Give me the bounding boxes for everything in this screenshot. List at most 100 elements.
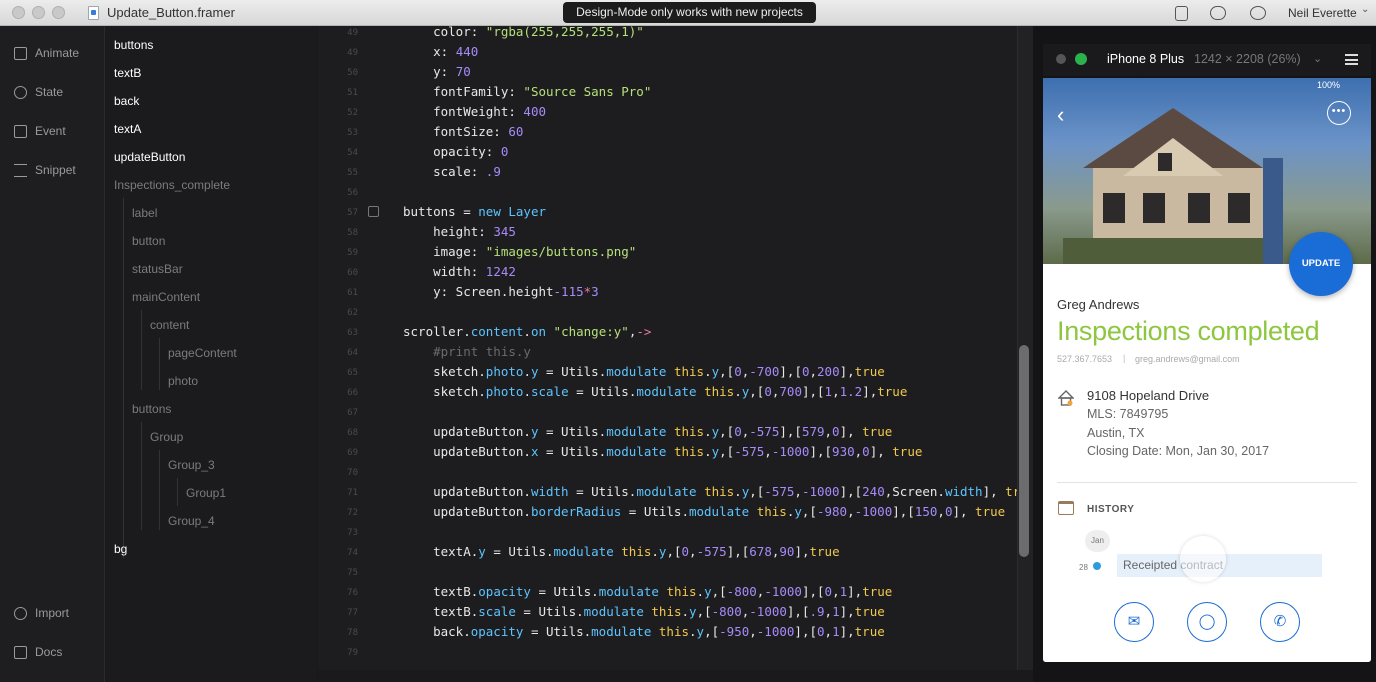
record-dot-icon[interactable] [1056,54,1066,64]
call-button[interactable]: ✆ [1260,602,1300,642]
layer-item[interactable]: statusBar [132,262,183,276]
code-line[interactable]: textB.opacity = Utils.modulate this.y,[-… [403,584,892,599]
history-heading: HISTORY [1087,504,1135,515]
live-dot-icon[interactable] [1075,53,1087,65]
layer-item[interactable]: Group [150,430,183,444]
email-button[interactable]: ✉ [1114,602,1154,642]
nav-label: Import [35,606,70,620]
code-line[interactable]: back.opacity = Utils.modulate this.y,[-9… [403,624,885,639]
cloud-icon[interactable] [1210,6,1226,20]
code-line[interactable]: fontWeight: 400 [403,104,546,119]
layer-item[interactable]: buttons [114,38,153,52]
house-illustration [1063,108,1283,264]
line-number: 62 [347,308,358,318]
phone-icon: ✆ [1273,613,1287,630]
layer-item[interactable]: content [150,318,189,332]
line-number: 55 [347,168,358,178]
code-line[interactable]: buttons = new Layer [403,204,546,219]
code-line[interactable]: image: "images/buttons.png" [403,244,636,259]
code-editor[interactable]: 49 49 50 51 52 53 54 55 56 57 58 59 60 61 62 63 64 65 66 67… [318,24,1035,682]
update-button[interactable]: UPDATE [1289,232,1353,296]
phone-screen[interactable]: 100% ‹ ••• UPDATE Greg Andrews Inspectio… [1043,78,1371,662]
code-line[interactable]: scale: .9 [403,164,501,179]
code-line[interactable]: textB.scale = Utils.modulate this.y,[-80… [403,604,885,619]
day-number: 28 [1079,563,1088,572]
editor-scrollbar-thumb[interactable] [1019,345,1029,557]
contact-phone[interactable]: 527.367.7653 [1057,354,1112,364]
back-icon[interactable]: ‹ [1057,102,1064,128]
message-button[interactable]: ◯ [1187,602,1227,642]
layer-item[interactable]: textA [114,122,141,136]
code-line[interactable]: #print this.y [403,344,531,359]
nav-state[interactable]: State [14,85,63,99]
code-line[interactable]: sketch.photo.y = Utils.modulate this.y,[… [403,364,885,379]
docs-icon [14,645,27,659]
layer-item[interactable]: updateButton [114,150,185,164]
close-window-button[interactable] [12,6,25,19]
zoom-window-button[interactable] [52,6,65,19]
comment-icon[interactable] [1250,6,1266,20]
code-line[interactable]: fontFamily: "Source Sans Pro" [403,84,651,99]
line-number: 63 [347,328,358,338]
layer-item[interactable]: Inspections_complete [114,178,230,192]
tree-line [159,450,160,530]
chevron-down-icon[interactable]: ⌄ [1361,4,1369,15]
line-number: 49 [347,48,358,58]
layer-item[interactable]: mainContent [132,290,200,304]
nav-snippet[interactable]: Snippet [14,163,76,177]
code-line[interactable]: opacity: 0 [403,144,508,159]
layer-item[interactable]: photo [168,374,198,388]
layer-item[interactable]: textB [114,66,141,80]
nav-label: Docs [35,645,63,659]
code-line[interactable]: color: "rgba(255,255,255,1)" [403,24,644,39]
nav-docs[interactable]: Docs [14,645,62,659]
code-line[interactable]: width: 1242 [403,264,516,279]
nav-event[interactable]: Event [14,124,66,138]
minimize-window-button[interactable] [32,6,45,19]
layer-item[interactable]: buttons [132,402,171,416]
contact-email[interactable]: greg.andrews@gmail.com [1135,354,1240,364]
code-line[interactable]: updateButton.x = Utils.modulate this.y,[… [403,444,922,459]
code-line[interactable]: height: 345 [403,224,516,239]
nav-label: State [35,85,64,99]
layer-item[interactable]: button [132,234,165,248]
line-number: 74 [347,548,358,558]
code-line[interactable]: fontSize: 60 [403,124,523,139]
property-city: Austin, TX [1087,426,1145,440]
device-resolution[interactable]: 1242 × 2208 (26%) [1194,52,1301,66]
nav-import[interactable]: Import [14,606,69,620]
user-name[interactable]: Neil Everette [1288,6,1357,20]
import-icon [14,606,27,620]
code-line[interactable]: sketch.photo.scale = Utils.modulate this… [403,384,907,399]
layer-item[interactable]: Group_3 [168,458,215,472]
code-line[interactable]: updateButton.width = Utils.modulate this… [403,484,1035,499]
layer-item[interactable]: Group_4 [168,514,215,528]
line-number: 57 [347,208,358,218]
editor-horizontal-scrollbar[interactable] [318,670,1033,682]
code-line[interactable]: updateButton.borderRadius = Utils.modula… [403,504,1005,519]
nav-animate[interactable]: Animate [14,46,79,60]
fold-icon[interactable] [368,206,379,217]
layer-item[interactable]: pageContent [168,346,237,360]
status-title: Inspections completed [1057,316,1320,346]
code-line[interactable]: y: 70 [403,64,471,79]
layer-item[interactable]: label [132,206,157,220]
layer-item[interactable]: Group1 [186,486,226,500]
left-nav: Animate State Event Snippet Import Docs [0,26,104,682]
device-icon[interactable] [1175,6,1188,21]
chevron-down-icon[interactable]: ⌄ [1313,52,1322,65]
layer-item[interactable]: bg [114,542,127,556]
code-line[interactable]: x: 440 [403,44,478,59]
device-name[interactable]: iPhone 8 Plus [1107,52,1184,66]
layer-item[interactable]: back [114,94,139,108]
code-line[interactable]: updateButton.y = Utils.modulate this.y,[… [403,424,892,439]
code-line[interactable]: textA.y = Utils.modulate this.y,[0,-575]… [403,544,840,559]
code-line[interactable]: scroller.content.on "change:y",-> [403,324,651,339]
code-line[interactable]: y: Screen.height-115*3 [403,284,599,299]
timeline-dot [1093,562,1101,570]
event-icon [14,124,27,138]
nav-label: Animate [35,46,80,60]
more-icon[interactable]: ••• [1327,101,1351,125]
menu-icon[interactable] [1345,54,1358,65]
line-number: 78 [347,628,358,638]
